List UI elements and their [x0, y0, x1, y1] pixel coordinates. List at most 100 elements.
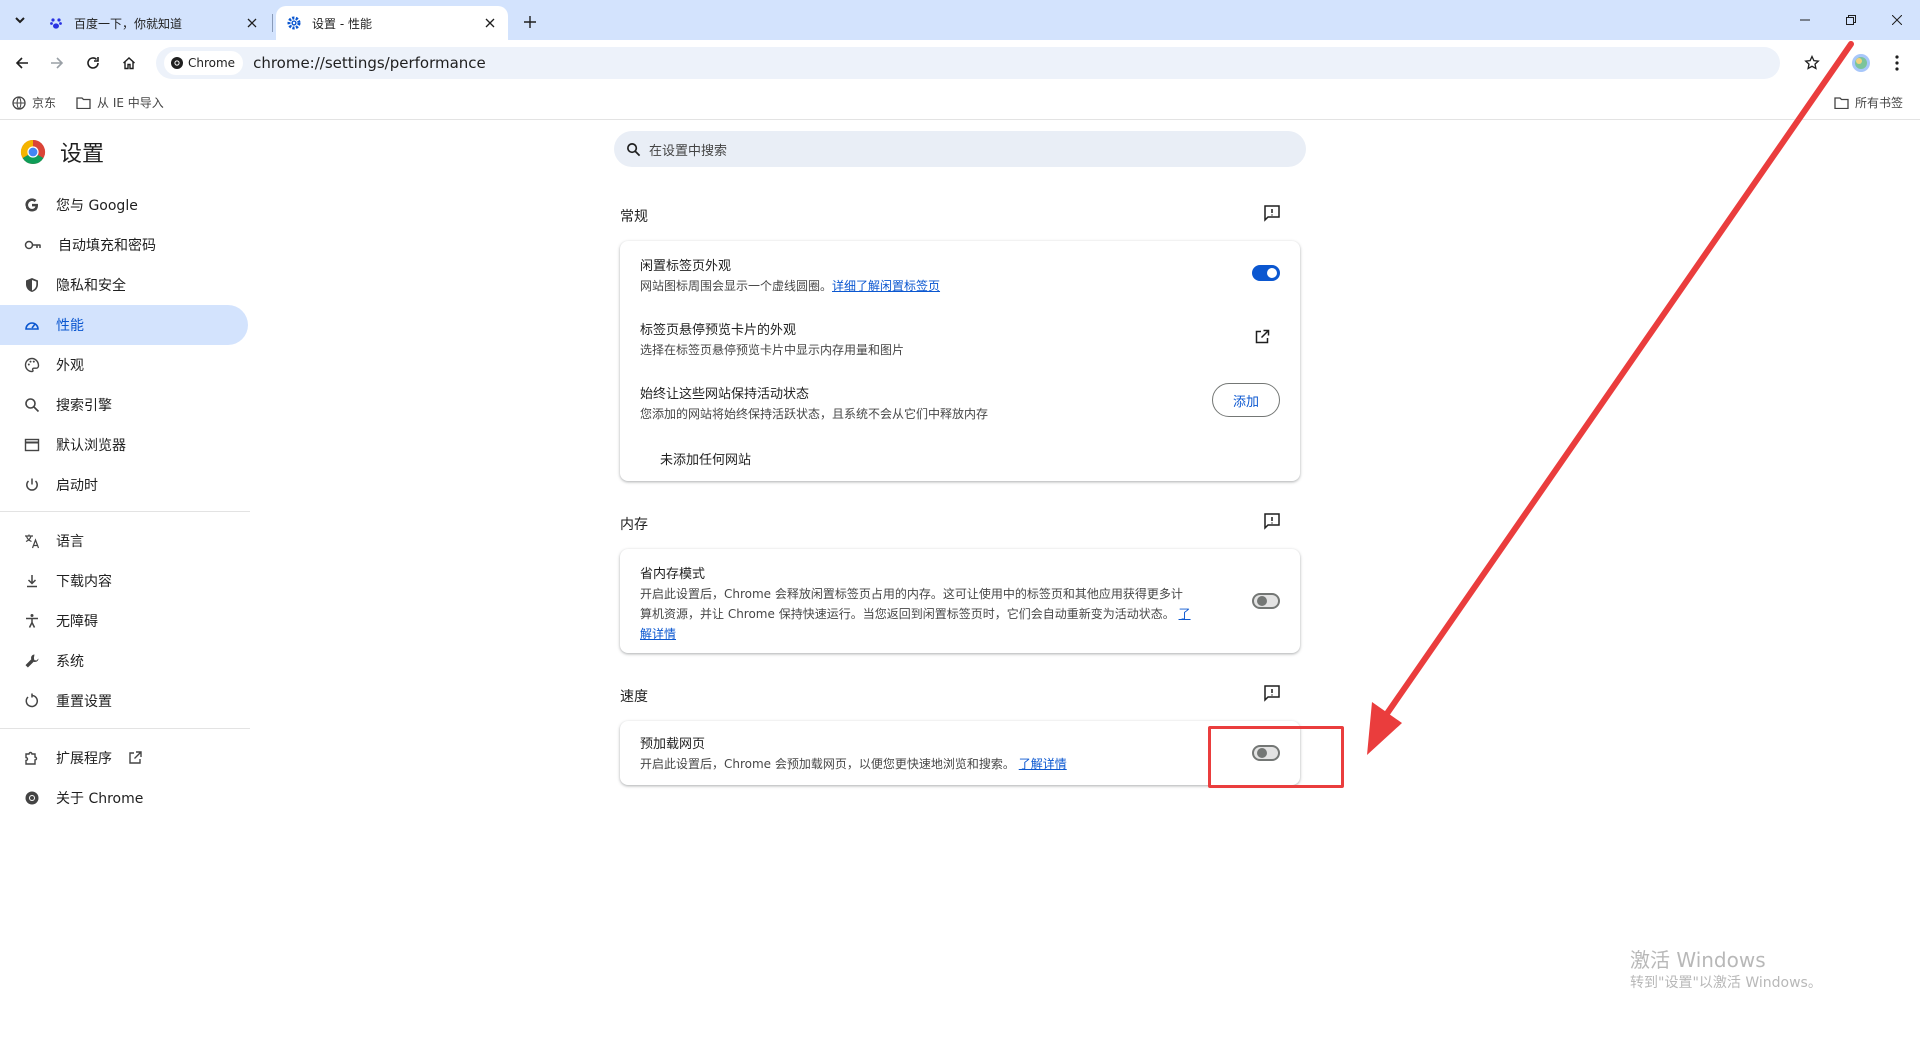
sidebar-item-system[interactable]: 系统 [0, 641, 248, 681]
sidebar-item-default-browser[interactable]: 默认浏览器 [0, 425, 248, 465]
sidebar-item-about-chrome[interactable]: 关于 Chrome [0, 778, 248, 818]
section-title-memory: 内存 [620, 517, 648, 533]
sidebar-item-languages[interactable]: 语言 [0, 521, 248, 561]
bookmark-ie-import[interactable]: 从 IE 中导入 [76, 94, 164, 111]
section-title-speed: 速度 [620, 689, 648, 705]
sidebar-item-label: 语言 [56, 534, 84, 550]
add-site-button[interactable]: 添加 [1212, 383, 1280, 417]
inactive-tab-appearance-toggle[interactable] [1252, 265, 1280, 281]
sidebar-item-label: 默认浏览器 [56, 438, 126, 454]
setting-description: 开启此设置后，Chrome 会预加载网页，以便您更快速地浏览和搜索。 了解详情 [640, 754, 1280, 774]
sidebar-item-label: 性能 [56, 318, 84, 334]
omnibox[interactable]: Chrome chrome://settings/performance [156, 47, 1780, 79]
sidebar-item-appearance[interactable]: 外观 [0, 345, 248, 385]
menu-button[interactable] [1884, 50, 1910, 76]
translate-icon [25, 534, 40, 549]
sidebar-item-performance[interactable]: 性能 [0, 305, 248, 345]
learn-more-link[interactable]: 解详情 [640, 627, 676, 641]
tab-baidu[interactable]: 百度一下，你就知道 [38, 6, 270, 40]
puzzle-icon [25, 751, 38, 765]
minimize-button[interactable] [1782, 0, 1828, 40]
bookmark-star-button[interactable] [1799, 50, 1825, 76]
tab-title: 设置 - 性能 [312, 16, 372, 31]
reload-button[interactable] [80, 50, 106, 76]
chevron-down-icon [15, 17, 25, 24]
feedback-icon[interactable] [1262, 683, 1282, 703]
open-subpage-icon[interactable] [1252, 327, 1272, 347]
empty-sites-text: 未添加任何网站 [660, 453, 752, 468]
toggle-knob [1267, 268, 1277, 278]
back-button[interactable] [9, 50, 35, 76]
new-tab-button[interactable] [518, 10, 542, 34]
close-icon[interactable] [244, 15, 260, 31]
sidebar-item-on-startup[interactable]: 启动时 [0, 465, 248, 505]
power-icon [26, 478, 38, 491]
memory-saver-row: 省内存模式 开启此设置后，Chrome 会释放闲置标签页占用的内存。这可让使用中… [640, 563, 1240, 644]
search-icon [25, 398, 40, 413]
tab-settings[interactable]: 设置 - 性能 [276, 6, 508, 40]
learn-more-link[interactable]: 了 [1179, 607, 1191, 621]
settings-search[interactable]: 在设置中搜索 [614, 131, 1306, 167]
tab-search-button[interactable] [8, 8, 32, 32]
sidebar-item-search-engine[interactable]: 搜索引擎 [0, 385, 248, 425]
memory-saver-toggle[interactable] [1252, 593, 1280, 609]
all-bookmarks-label: 所有书签 [1855, 96, 1904, 110]
feedback-icon[interactable] [1262, 511, 1282, 531]
tab-title: 百度一下，你就知道 [74, 16, 183, 31]
hover-card-row[interactable]: 标签页悬停预览卡片的外观 选择在标签页悬停预览卡片中显示内存用量和图片 [640, 319, 1280, 360]
bookmarks-bar: 京东 从 IE 中导入 所有书签 [0, 86, 1920, 120]
sidebar-item-reset[interactable]: 重置设置 [0, 681, 248, 721]
more-vert-icon [1895, 55, 1899, 71]
all-bookmarks[interactable]: 所有书签 [1834, 94, 1903, 111]
bookmark-jd[interactable]: 京东 [12, 94, 56, 111]
sidebar-item-accessibility[interactable]: 无障碍 [0, 601, 248, 641]
page-title: 设置 [60, 142, 105, 167]
chrome-icon [25, 791, 39, 805]
description-line-3: 解详情 [640, 624, 1240, 644]
folder-icon [76, 96, 91, 109]
activation-watermark-text: 转到"设置"以激活 Windows。 [1630, 975, 1822, 991]
search-input[interactable]: 在设置中搜索 [649, 140, 727, 159]
sidebar-divider [0, 511, 250, 512]
bookmark-label: 京东 [32, 96, 57, 110]
minimize-icon [1800, 19, 1810, 21]
sidebar-item-you-and-google[interactable]: 您与 Google [0, 185, 248, 225]
sidebar-item-privacy[interactable]: 隐私和安全 [0, 265, 248, 305]
plus-icon [524, 16, 536, 28]
close-icon[interactable] [482, 15, 498, 31]
close-window-button[interactable] [1874, 0, 1920, 40]
description-line-2: 算机资源，并让 Chrome 保持快速运行。当您返回到闲置标签页时，它们会自动重… [640, 604, 1240, 624]
sidebar-item-label: 自动填充和密码 [58, 238, 156, 254]
description-line-1: 开启此设置后，Chrome 会释放闲置标签页占用的内存。这可让使用中的标签页和其… [640, 587, 1183, 601]
home-icon [123, 57, 135, 70]
sidebar-item-autofill[interactable]: 自动填充和密码 [0, 225, 248, 265]
setting-label: 标签页悬停预览卡片的外观 [640, 323, 797, 338]
home-button[interactable] [116, 50, 142, 76]
settings-header: 设置 [20, 136, 104, 168]
learn-more-link[interactable]: 详细了解闲置标签页 [832, 279, 940, 293]
setting-description: 您添加的网站将始终保持活跃状态，且系统不会从它们中释放内存 [640, 407, 989, 421]
setting-label: 预加载网页 [640, 737, 706, 752]
palette-icon [24, 357, 40, 373]
sidebar-item-downloads[interactable]: 下载内容 [0, 561, 248, 601]
toggle-knob [1257, 596, 1267, 606]
feedback-icon[interactable] [1262, 203, 1282, 223]
sidebar-item-label: 搜索引擎 [56, 398, 112, 414]
toolbar: Chrome chrome://settings/performance [0, 40, 1920, 86]
bookmark-label: 从 IE 中导入 [97, 96, 164, 110]
restore-icon [1846, 15, 1856, 25]
url-text: chrome://settings/performance [253, 54, 486, 72]
speed-card: 预加载网页 开启此设置后，Chrome 会预加载网页，以便您更快速地浏览和搜索。… [620, 721, 1300, 785]
omnibox-chip[interactable]: Chrome [164, 51, 244, 75]
restore-button[interactable] [1828, 0, 1874, 40]
setting-label: 始终让这些网站保持活动状态 [640, 387, 810, 402]
forward-button[interactable] [44, 50, 70, 76]
description-text: 网站图标周围会显示一个虚线圆圈。 [640, 279, 833, 293]
search-icon [627, 142, 641, 156]
download-icon [27, 575, 37, 588]
activation-watermark-title: 激活 Windows [1630, 948, 1766, 972]
sidebar-item-extensions[interactable]: 扩展程序 [0, 738, 248, 778]
learn-more-link[interactable]: 了解详情 [1019, 757, 1067, 771]
profile-button[interactable] [1848, 50, 1874, 76]
sidebar-item-label: 启动时 [56, 478, 98, 494]
